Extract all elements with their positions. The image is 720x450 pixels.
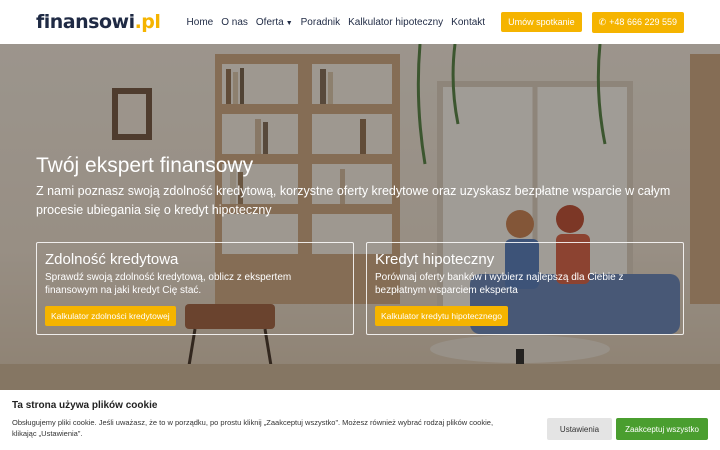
hero-section: Twój ekspert finansowy Z nami poznasz sw… xyxy=(0,44,720,390)
logo-main-text: finansowi xyxy=(36,11,135,33)
card-description: Sprawdź swoją zdolność kredytową, oblicz… xyxy=(45,272,292,296)
hero-subtitle: Z nami poznasz swoją zdolność kredytową,… xyxy=(36,184,671,217)
phone-number: +48 666 229 559 xyxy=(609,16,677,27)
nav-offer-label: Oferta xyxy=(255,16,284,28)
appointment-button[interactable]: Umów spotkanie xyxy=(501,12,582,32)
nav-guide[interactable]: Poradnik xyxy=(301,17,340,28)
nav-about[interactable]: O nas xyxy=(221,17,248,28)
cookie-text: Obsługujemy pliki cookie. Jeśli uważasz,… xyxy=(12,418,494,438)
main-nav: Home O nas Oferta ▼ Poradnik Kalkulator h… xyxy=(179,11,684,33)
nav-contact[interactable]: Kontakt xyxy=(451,17,485,28)
logo-tld-text: .pl xyxy=(134,11,161,33)
nav-mortgage-calculator[interactable]: Kalkulator hipoteczny xyxy=(348,17,443,28)
site-logo[interactable]: finansowi.pl xyxy=(36,11,161,33)
cookie-accept-all-button[interactable]: Zaakceptuj wszystko xyxy=(616,418,708,440)
site-header: finansowi.pl Home O nas Oferta ▼ Poradnik… xyxy=(0,0,720,44)
cookie-title: Ta strona używa plików cookie xyxy=(12,400,158,411)
card-title: Kredyt hipoteczny xyxy=(375,251,495,268)
caret-down-icon: ▼ xyxy=(285,19,293,27)
mortgage-calculator-button[interactable]: Kalkulator kredytu hipotecznego xyxy=(375,306,508,326)
nav-home[interactable]: Home xyxy=(187,17,214,28)
credit-capacity-card: Zdolność kredytowa Sprawdź swoją zdolnoś… xyxy=(36,242,354,335)
credit-capacity-calculator-button[interactable]: Kalkulator zdolności kredytowej xyxy=(45,306,176,326)
cookie-banner: Ta strona używa plików cookie Obsługujem… xyxy=(0,390,720,450)
cookie-settings-button[interactable]: Ustawienia xyxy=(547,418,612,440)
card-title: Zdolność kredytowa xyxy=(45,251,179,268)
mortgage-card: Kredyt hipoteczny Porównaj oferty banków… xyxy=(366,242,684,335)
nav-offer[interactable]: Oferta ▼ xyxy=(256,17,293,28)
card-description: Porównaj oferty banków i wybierz najleps… xyxy=(375,272,624,296)
phone-icon: ✆ xyxy=(598,16,607,27)
hero-title: Twój ekspert finansowy xyxy=(36,154,254,177)
phone-button[interactable]: ✆ +48 666 229 559 xyxy=(591,11,684,33)
